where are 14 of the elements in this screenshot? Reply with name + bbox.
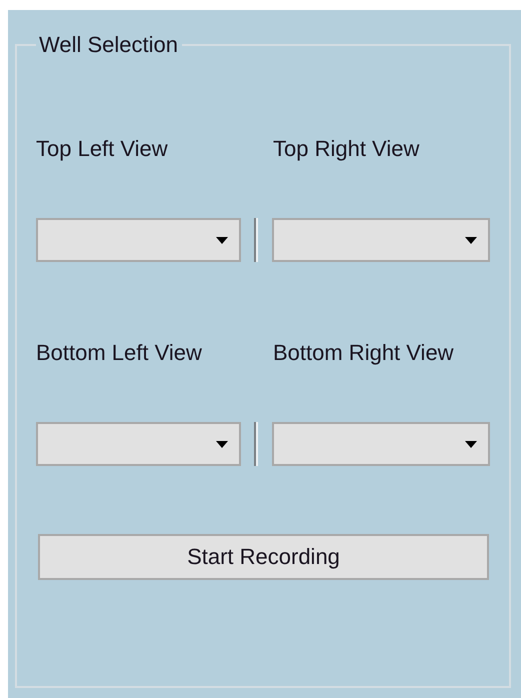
view-dropdown[interactable]	[272, 422, 490, 466]
view-label: Top Left View	[36, 136, 169, 162]
view-dropdown[interactable]	[36, 218, 241, 262]
view-dropdown[interactable]	[36, 422, 241, 466]
caret-icon	[465, 237, 477, 244]
caret-icon	[465, 441, 477, 448]
caret-icon	[216, 237, 228, 244]
group-title: Well Selection	[38, 32, 179, 58]
view-label: Bottom Right View	[273, 340, 454, 366]
start-recording-button[interactable]: Start Recording	[38, 534, 489, 580]
caret-icon	[216, 441, 228, 448]
view-label: Top Right View	[273, 136, 420, 162]
view-dropdown[interactable]	[272, 218, 490, 262]
view-label: Bottom Left View	[36, 340, 203, 366]
